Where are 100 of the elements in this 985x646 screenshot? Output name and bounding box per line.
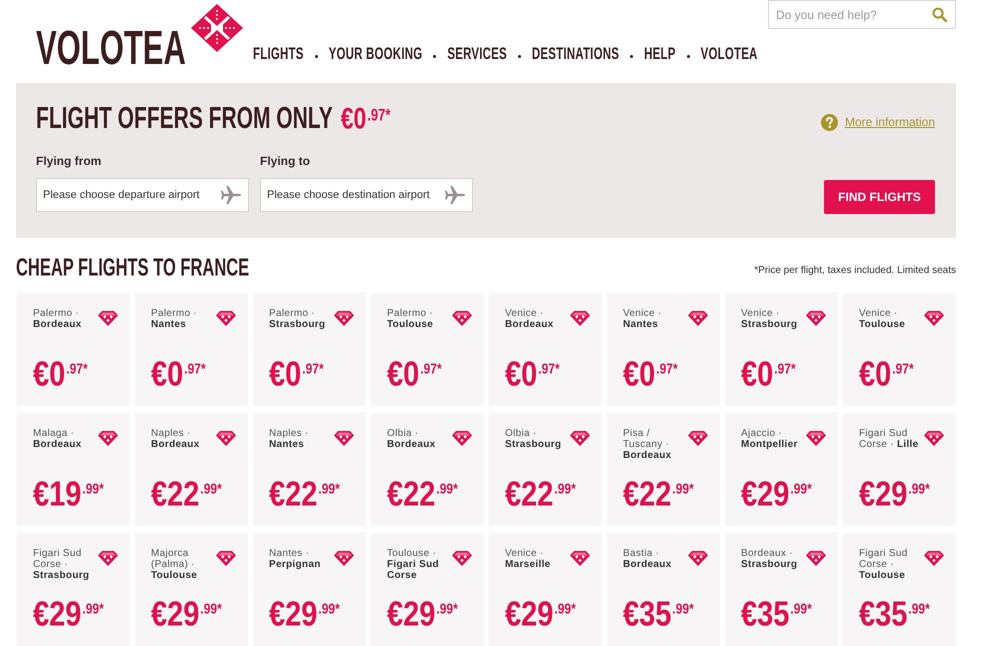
gem-icon — [806, 431, 826, 446]
section-title: CHEAP FLIGHTS TO FRANCE — [16, 256, 250, 281]
fare-price: €22$^{.99*}$ — [269, 478, 340, 513]
offer-card[interactable]: Bordeaux · Strasbourg €35$^{.99*}$ — [725, 533, 838, 646]
search-icon[interactable] — [932, 7, 947, 22]
fare-price: €0$^{.97*}$ — [33, 358, 88, 393]
offer-card[interactable]: Figari Sud Corse · Strasbourg €29$^{.99*}$ — [17, 533, 130, 646]
route-text: Nantes · Perpignan — [269, 548, 322, 570]
gem-icon — [98, 431, 118, 446]
offer-card[interactable]: Bastia · Bordeaux €35$^{.99*}$ — [607, 533, 720, 646]
logo-wordmark[interactable]: VOLOTEA — [36, 23, 186, 72]
offer-card[interactable]: Nantes · Perpignan €29$^{.99*}$ — [253, 533, 366, 646]
offer-price: €0$^{.97*}$ — [340, 104, 390, 134]
fare-price: €0$^{.97*}$ — [741, 358, 796, 393]
gem-icon — [98, 311, 118, 326]
fare-price: €0$^{.97*}$ — [505, 358, 560, 393]
route-text: Pisa / Tuscany · Bordeaux — [623, 428, 673, 461]
fare-price: €29$^{.99*}$ — [859, 478, 930, 513]
route-text: Naples · Nantes — [269, 428, 310, 450]
offer-card[interactable]: Figari Sud Corse · Lille €29$^{.99*}$ — [843, 413, 956, 526]
route-text: Naples · Bordeaux — [151, 428, 201, 450]
gem-icon — [334, 431, 354, 446]
route-text: Venice · Nantes — [623, 308, 663, 330]
offer-card[interactable]: Palermo · Strasbourg €0$^{.97*}$ — [253, 293, 366, 406]
gem-icon — [688, 311, 708, 326]
gem-icon — [216, 311, 236, 326]
offer-card[interactable]: Palermo · Toulouse €0$^{.97*}$ — [371, 293, 484, 406]
help-icon[interactable] — [820, 114, 838, 130]
route-text: Majorca (Palma) · Toulouse — [151, 548, 198, 581]
gem-icon — [924, 431, 944, 446]
gem-icon — [216, 431, 236, 446]
airport-field[interactable]: Please choose destination airport — [260, 178, 473, 212]
offer-card[interactable]: Toulouse · Figari Sud Corse €29$^{.99*}$ — [371, 533, 484, 646]
offer-card[interactable]: Venice · Toulouse €0$^{.97*}$ — [843, 293, 956, 406]
offer-card[interactable]: Venice · Strasbourg €0$^{.97*}$ — [725, 293, 838, 406]
fare-price: €0$^{.97*}$ — [623, 358, 678, 393]
search-field[interactable]: Do you need help? — [768, 0, 956, 29]
gem-icon — [688, 551, 708, 566]
offer-card[interactable]: Venice · Bordeaux €0$^{.97*}$ — [489, 293, 602, 406]
offer-card[interactable]: Ajaccio · Montpellier €29$^{.99*}$ — [725, 413, 838, 526]
gem-icon — [452, 311, 472, 326]
route-text: Figari Sud Corse · Lille — [859, 428, 920, 450]
offer-card[interactable]: Naples · Nantes €22$^{.99*}$ — [253, 413, 366, 526]
offer-card[interactable]: Figari Sud Corse · Toulouse €35$^{.99*}$ — [843, 533, 956, 646]
nav-link[interactable]: YOUR BOOKING — [328, 48, 422, 64]
route-text: Figari Sud Corse · Strasbourg — [33, 548, 90, 581]
route-text: Venice · Marseille — [505, 548, 552, 570]
gem-icon — [924, 311, 944, 326]
fare-price: €29$^{.99*}$ — [387, 598, 458, 633]
find-flights-button[interactable]: FIND FLIGHTS — [824, 180, 935, 214]
gem-icon — [570, 551, 590, 566]
fare-price: €0$^{.97*}$ — [387, 358, 442, 393]
offer-card[interactable]: Pisa / Tuscany · Bordeaux €22$^{.99*}$ — [607, 413, 720, 526]
fare-price: €29$^{.99*}$ — [151, 598, 222, 633]
nav-link[interactable]: SERVICES — [447, 48, 507, 64]
fare-price: €22$^{.99*}$ — [505, 478, 576, 513]
offer-card[interactable]: Venice · Marseille €29$^{.99*}$ — [489, 533, 602, 646]
fare-price: €29$^{.99*}$ — [505, 598, 576, 633]
route-text: Venice · Strasbourg — [741, 308, 798, 330]
route-text: Palermo · Toulouse — [387, 308, 434, 330]
offer-card[interactable]: Palermo · Nantes €0$^{.97*}$ — [135, 293, 248, 406]
nav-link[interactable]: HELP — [644, 48, 676, 64]
route-text: Venice · Toulouse — [859, 308, 906, 330]
offer-card[interactable]: Palermo · Bordeaux €0$^{.97*}$ — [17, 293, 130, 406]
fare-price: €22$^{.99*}$ — [151, 478, 222, 513]
gem-icon — [570, 431, 590, 446]
route-text: Malaga · Bordeaux — [33, 428, 83, 450]
offer-card[interactable]: Naples · Bordeaux €22$^{.99*}$ — [135, 413, 248, 526]
airport-field[interactable]: Please choose departure airport — [36, 178, 249, 212]
gem-icon — [334, 311, 354, 326]
fare-price: €0$^{.97*}$ — [859, 358, 914, 393]
logo-icon[interactable] — [190, 4, 243, 52]
route-text: Bordeaux · Strasbourg — [741, 548, 798, 570]
airplane-icon — [444, 185, 466, 205]
route-text: Toulouse · Figari Sud Corse — [387, 548, 440, 581]
nav-link[interactable]: VOLOTEA — [700, 48, 758, 64]
nav-link[interactable]: DESTINATIONS — [532, 48, 620, 64]
gem-icon — [334, 551, 354, 566]
fare-price: €22$^{.99*}$ — [623, 478, 694, 513]
gem-icon — [806, 551, 826, 566]
offer-card[interactable]: Olbia · Bordeaux €22$^{.99*}$ — [371, 413, 484, 526]
offer-card[interactable]: Malaga · Bordeaux €19$^{.99*}$ — [17, 413, 130, 526]
field-label: Flying to — [260, 154, 310, 168]
route-text: Ajaccio · Montpellier — [741, 428, 799, 450]
gem-icon — [216, 551, 236, 566]
route-text: Figari Sud Corse · Toulouse — [859, 548, 909, 581]
gem-icon — [452, 431, 472, 446]
route-text: Palermo · Nantes — [151, 308, 198, 330]
offer-card[interactable]: Venice · Nantes €0$^{.97*}$ — [607, 293, 720, 406]
fare-price: €35$^{.99*}$ — [741, 598, 812, 633]
fare-price: €29$^{.99*}$ — [741, 478, 812, 513]
gem-icon — [452, 551, 472, 566]
route-text: Venice · Bordeaux — [505, 308, 555, 330]
nav-link[interactable]: FLIGHTS — [253, 48, 304, 64]
route-text: Olbia · Bordeaux — [387, 428, 437, 450]
gem-icon — [806, 311, 826, 326]
offer-card[interactable]: Majorca (Palma) · Toulouse €29$^{.99*}$ — [135, 533, 248, 646]
offer-card[interactable]: Olbia · Strasbourg €22$^{.99*}$ — [489, 413, 602, 526]
fare-price: €19$^{.99*}$ — [33, 478, 104, 513]
price-note: *Price per flight, taxes included. Limited seats — [754, 265, 956, 277]
